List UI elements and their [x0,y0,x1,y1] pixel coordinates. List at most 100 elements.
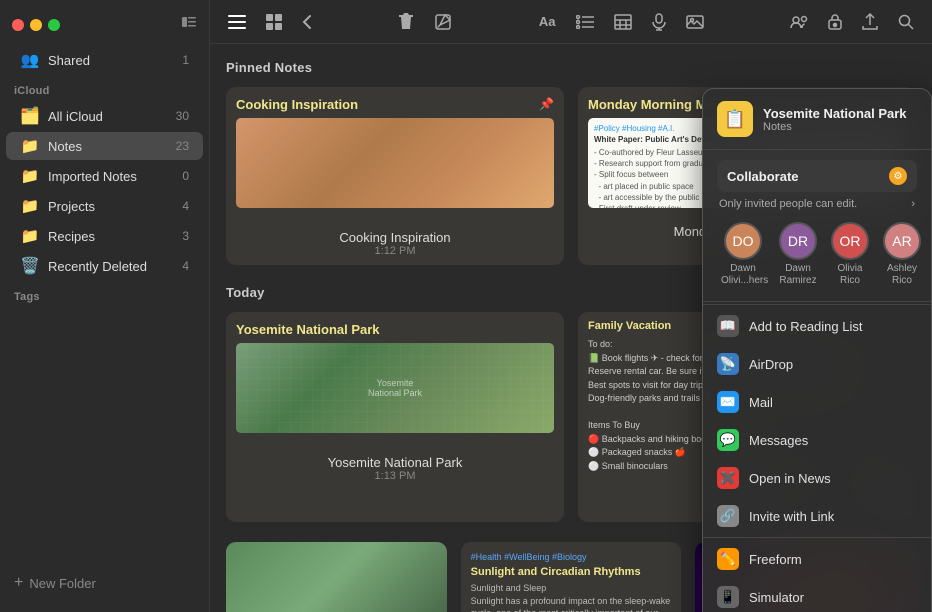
news-label: Open in News [749,471,831,486]
avatar-ashley-rico: AR Ashley Rico [883,222,921,287]
projects-icon: 📁 [20,196,40,216]
mail-label: Mail [749,395,773,410]
traffic-lights [12,19,60,31]
places-image [226,542,447,612]
menu-item-reading-list[interactable]: 📖 Add to Reading List [703,307,931,345]
popup-divider-1 [703,304,931,305]
map-label: YosemiteNational Park [368,378,422,398]
note-card-cooking[interactable]: Cooking Inspiration 📌 Cooking Inspiratio… [226,87,564,265]
table-button[interactable] [610,10,636,34]
new-folder-button[interactable]: + New Folder [0,566,209,604]
menu-item-open-in-news[interactable]: ✖️ Open in News [703,459,931,497]
window-controls [0,8,209,45]
menu-item-freeform[interactable]: ✏️ Freeform [703,540,931,578]
sidebar-item-recipes[interactable]: 📁 Recipes 3 [6,222,203,250]
cooking-pin-icon: 📌 [539,97,554,111]
reading-list-label: Add to Reading List [749,319,862,334]
sidebar-item-notes[interactable]: 📁 Notes 23 [6,132,203,160]
airdrop-label: AirDrop [749,357,793,372]
yosemite-footer: Yosemite National Park 1:13 PM [226,449,564,490]
yosemite-time: 1:13 PM [236,470,554,482]
reading-list-icon: 📖 [717,315,739,337]
recipes-icon: 📁 [20,226,40,246]
sidebar-toggle-button[interactable] [181,14,197,35]
font-button[interactable]: Aa [535,10,560,33]
popup-note-title: Yosemite National Park [763,106,917,121]
audio-button[interactable] [648,9,670,35]
delete-button[interactable] [394,9,418,35]
popup-note-info: Yosemite National Park Notes [763,106,917,133]
collaborate-button[interactable]: Collaborate ⚙ [717,160,917,192]
menu-item-mail[interactable]: ✉️ Mail [703,383,931,421]
toolbar: Aa [210,0,932,44]
yosemite-card-title: Yosemite National Park [236,322,380,337]
note-card-sunlight[interactable]: #Health #WellBeing #Biology Sunlight and… [461,542,682,612]
airdrop-icon: 📡 [717,353,739,375]
sidebar-recipes-count: 3 [182,229,189,243]
grid-view-button[interactable] [262,10,286,34]
sidebar-projects-count: 4 [182,199,189,213]
messages-icon: 💬 [717,429,739,451]
maximize-button[interactable] [48,19,60,31]
checklist-button[interactable] [572,11,598,33]
sidebar: 👥 Shared 1 iCloud 🗂️ All iCloud 30 📁 Not… [0,0,210,612]
note-card-places[interactable]: Places to hike [226,542,447,612]
sunlight-title: Sunlight and Circadian Rhythms [471,566,672,578]
sidebar-item-imported-notes[interactable]: 📁 Imported Notes 0 [6,162,203,190]
back-button[interactable] [298,10,316,34]
close-button[interactable] [12,19,24,31]
menu-item-simulator[interactable]: 📱 Simulator [703,578,931,612]
sidebar-all-icloud-count: 30 [176,109,189,123]
note-card-yosemite[interactable]: Yosemite National Park YosemiteNational … [226,312,564,522]
cooking-card-title: Cooking Inspiration [236,97,358,112]
yosemite-name: Yosemite National Park [236,455,554,470]
invite-link-label: Invite with Link [749,509,834,524]
media-button[interactable] [682,11,708,33]
imported-notes-icon: 📁 [20,166,40,186]
share-button[interactable] [858,9,882,35]
sidebar-imported-notes-label: Imported Notes [48,169,174,184]
sidebar-all-icloud-label: All iCloud [48,109,168,124]
simulator-label: Simulator [749,590,804,605]
compose-button[interactable] [430,9,456,35]
sidebar-notes-label: Notes [48,139,168,154]
cooking-footer: Cooking Inspiration 1:12 PM [226,224,564,265]
menu-item-messages[interactable]: 💬 Messages [703,421,931,459]
freeform-icon: ✏️ [717,548,739,570]
mail-icon: ✉️ [717,391,739,413]
sidebar-notes-count: 23 [176,139,189,153]
sidebar-item-recently-deleted[interactable]: 🗑️ Recently Deleted 4 [6,252,203,280]
popup-menu-items: 📖 Add to Reading List 📡 AirDrop ✉️ Mail … [703,307,931,612]
sidebar-item-all-icloud[interactable]: 🗂️ All iCloud 30 [6,102,203,130]
all-icloud-icon: 🗂️ [20,106,40,126]
menu-item-invite-with-link[interactable]: 🔗 Invite with Link [703,497,931,535]
menu-item-airdrop[interactable]: 📡 AirDrop [703,345,931,383]
list-view-button[interactable] [224,11,250,33]
freeform-label: Freeform [749,552,802,567]
shared-icon: 👥 [20,50,40,70]
popup-header: 📋 Yosemite National Park Notes [703,89,931,150]
sidebar-item-shared[interactable]: 👥 Shared 1 [6,46,203,74]
cooking-time: 1:12 PM [236,245,554,257]
collaborate-icon: ⚙ [889,167,907,185]
content-area: Pinned Notes Cooking Inspiration 📌 [210,44,932,612]
trash-icon: 🗑️ [20,256,40,276]
popup-note-subtitle: Notes [763,121,917,133]
sidebar-icloud-header: iCloud [0,75,209,101]
search-button[interactable] [894,10,918,34]
avatar-olivia-rico: OR Olivia Rico [831,222,869,287]
simulator-icon: 📱 [717,586,739,608]
minimize-button[interactable] [30,19,42,31]
lock-button[interactable] [824,9,846,34]
sidebar-projects-label: Projects [48,199,174,214]
sidebar-recipes-label: Recipes [48,229,174,244]
new-folder-label: New Folder [29,576,95,591]
share-popup: 📋 Yosemite National Park Notes Collabora… [702,88,932,612]
sidebar-item-projects[interactable]: 📁 Projects 4 [6,192,203,220]
sidebar-shared-count: 1 [182,53,189,67]
sidebar-recently-deleted-count: 4 [182,259,189,273]
sidebar-imported-notes-count: 0 [182,169,189,183]
sidebar-shared-label: Shared [48,53,174,68]
collaborate-toolbar-button[interactable] [786,11,812,33]
avatar-dawn-ramirez: DR Dawn Ramirez [779,222,817,287]
